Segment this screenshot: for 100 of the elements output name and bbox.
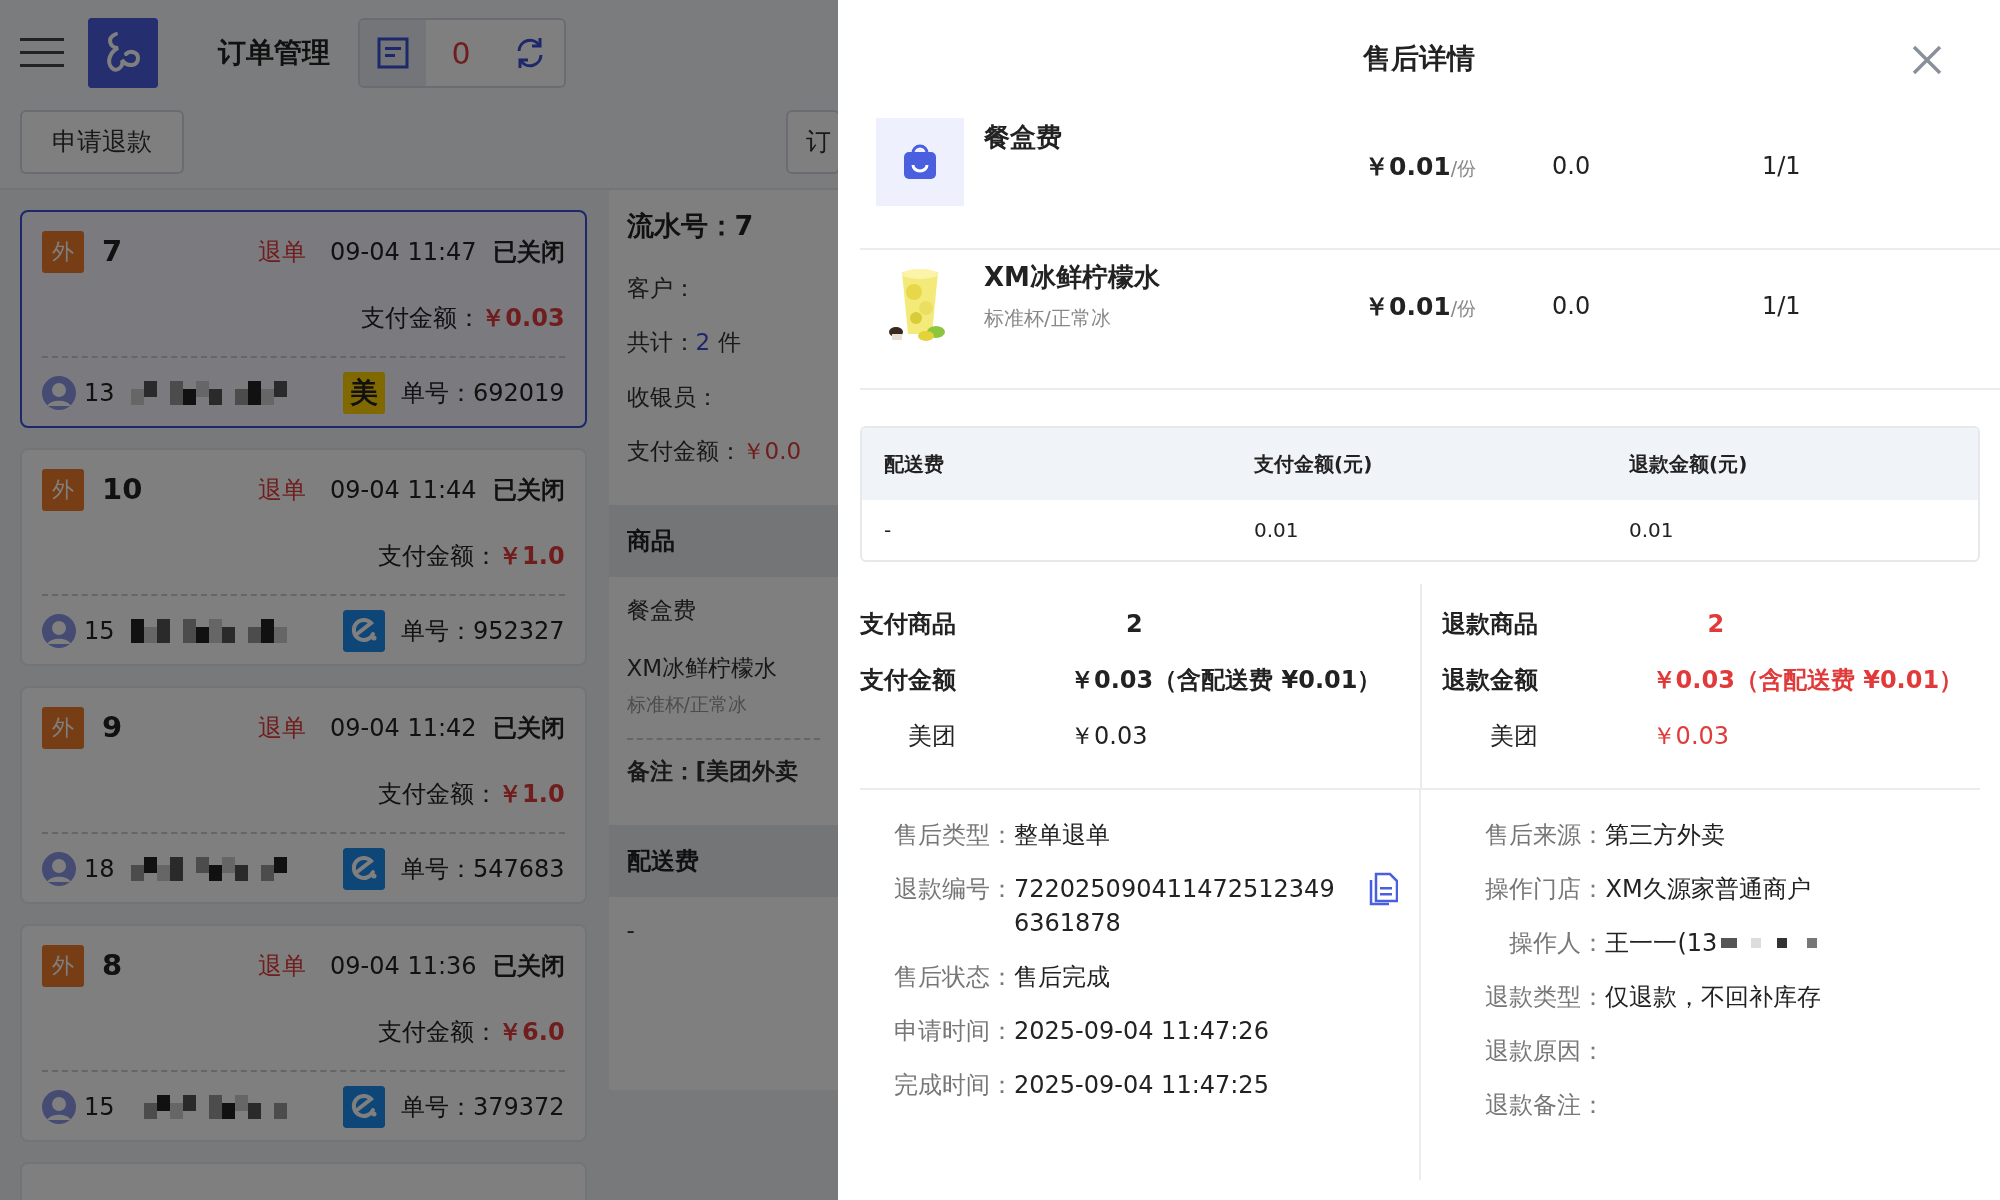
pay-label: 支付金额： [378, 778, 499, 810]
table-cell-text: 1/1 [1762, 151, 1801, 182]
field-value: 售后完成 [1014, 962, 1110, 993]
delivery-value: - [626, 915, 636, 945]
order-time: 09-04 11:44 [330, 474, 477, 506]
refund-request-button[interactable]: 申请退款 [20, 110, 184, 174]
avatar-icon [42, 851, 76, 886]
total-count: 2 [695, 328, 711, 357]
field-label: 退款备注： [1484, 1090, 1606, 1121]
order-status: 已关闭 [492, 712, 565, 744]
goods-name: XM冰鲜柠檬水 [626, 654, 779, 683]
platform-logo-icon [342, 609, 385, 652]
order-button[interactable]: 订 [786, 110, 838, 174]
platform-badge: 美 [342, 371, 385, 414]
avatar-icon [42, 1089, 76, 1124]
serial-number: 7 [734, 209, 754, 243]
order-status: 已关闭 [492, 236, 565, 268]
column-header: 退款金额(元) [1628, 451, 1749, 478]
avatar-icon [42, 613, 76, 648]
phone-number: 15 [84, 1091, 115, 1123]
field-value: 第三方外卖 [1605, 820, 1726, 851]
order-card[interactable]: 外 10 退单 09-04 11:44 已关闭 支付金额：￥1.0 15 单号：952327 [20, 448, 587, 666]
order-status: 已关闭 [492, 950, 565, 982]
price-unit: /份 [1450, 296, 1477, 321]
column-header: 支付金额(元) [1253, 451, 1374, 478]
field-value: 2025-09-04 11:47:25 [1014, 1070, 1269, 1101]
table-cell-text: - [883, 517, 893, 544]
pending-count: 0 [450, 34, 472, 73]
table-cell-text: 0.01 [1253, 517, 1300, 544]
table-cell-text: 0.0 [1552, 291, 1592, 322]
goods-name: 餐盒费 [626, 595, 697, 625]
close-icon [1910, 43, 1944, 77]
order-card[interactable]: 外 8 退单 09-04 11:36 已关闭 支付金额：￥6.0 15 单号：379372 [20, 924, 587, 1142]
order-time: 09-04 11:47 [330, 236, 477, 268]
platform-logo-icon [342, 1085, 385, 1128]
order-time: 09-04 11:36 [330, 950, 477, 982]
product-name: 餐盒费 [984, 121, 1063, 154]
field-label: 操作门店： [1484, 874, 1606, 905]
total-unit: 件 [718, 328, 742, 357]
phone-number: 18 [84, 853, 115, 885]
product-spec: 标准杯/正常冰 [984, 305, 1112, 332]
drawer-title: 售后详情 [1363, 42, 1475, 75]
section-header: 配送费 [608, 824, 838, 897]
channel-badge: 外 [42, 468, 84, 511]
order-number: 692019 [472, 377, 565, 409]
orders-button[interactable] [360, 20, 426, 86]
copy-icon[interactable] [1367, 872, 1398, 906]
field-label: 售后状态： [893, 962, 1014, 993]
summary-label: 退款金额 [1441, 665, 1539, 696]
summary-label: 支付金额 [860, 665, 957, 696]
order-number: 952327 [472, 615, 565, 647]
summary-value: ￥0.03（含配送费 ¥0.01） [1070, 665, 1382, 696]
phone-number: 13 [84, 377, 115, 409]
table-cell-text: 0.0 [1552, 151, 1592, 182]
field-value: 7220250904114725123496361878 [1014, 874, 1336, 939]
summary-value: 2 [1126, 609, 1143, 640]
field-label: 退款编号： [893, 874, 1014, 905]
refund-tag: 退单 [258, 471, 307, 508]
field-label: 退款原因： [1484, 1036, 1606, 1067]
serial-number: 7 [102, 233, 123, 270]
product-price: ￥0.01 [1364, 151, 1451, 183]
field-value: 整单退单 [1014, 820, 1110, 851]
field-value: 王一一(13 [1605, 928, 1718, 959]
order-number: 547683 [472, 853, 565, 885]
section-header: 商品 [608, 504, 838, 577]
serial-number: 9 [102, 709, 123, 746]
summary-value: ￥0.03 [1070, 721, 1148, 752]
summary-value: 2 [1707, 609, 1725, 640]
document-icon [376, 36, 410, 70]
table-cell-text: 0.01 [1628, 517, 1675, 544]
summary-value: ￥0.03（含配送费 ¥0.01） [1651, 665, 1964, 696]
phone-number: 15 [84, 615, 115, 647]
page-title: 订单管理 [218, 35, 330, 71]
menu-icon[interactable] [20, 36, 64, 70]
field-label: 申请时间： [893, 1016, 1014, 1047]
summary-label: 退款商品 [1441, 609, 1539, 640]
shopping-bag-icon [901, 143, 939, 181]
platform-logo-icon [342, 847, 385, 890]
summary-label: 美团 [907, 721, 957, 752]
field-value: 2025-09-04 11:47:26 [1014, 1016, 1269, 1047]
table-cell-text: 1/1 [1762, 291, 1801, 322]
field-label: 售后来源： [1484, 820, 1606, 851]
pay-label: 支付金额： [378, 540, 499, 572]
refund-tag: 退单 [258, 709, 307, 746]
summary-label: 美团 [1488, 721, 1539, 752]
order-number-label: 单号： [400, 377, 473, 409]
field-label: 操作人： [1508, 928, 1606, 959]
order-card[interactable]: 外 7 退单 09-04 11:47 已关闭 支付金额：￥0.03 13 美 单号：692019 [20, 210, 587, 428]
pay-amount: ￥0.0 [741, 437, 802, 466]
field-label: 完成时间： [893, 1070, 1014, 1101]
total-label: 共计： [626, 328, 696, 357]
pay-label: 支付金额： [626, 437, 742, 466]
remark-text: 备注：[美团外卖 [626, 757, 800, 786]
field-value: XM久源家普通商户 [1605, 874, 1811, 905]
refund-tag: 退单 [258, 233, 307, 270]
serial-label: 流水号： [626, 209, 735, 243]
channel-badge: 外 [42, 230, 84, 273]
pay-amount: ￥0.03 [481, 302, 565, 334]
customer-label: 客户： [626, 273, 697, 303]
order-card[interactable]: 外 9 退单 09-04 11:42 已关闭 支付金额：￥1.0 18 单号：547683 [20, 686, 587, 904]
